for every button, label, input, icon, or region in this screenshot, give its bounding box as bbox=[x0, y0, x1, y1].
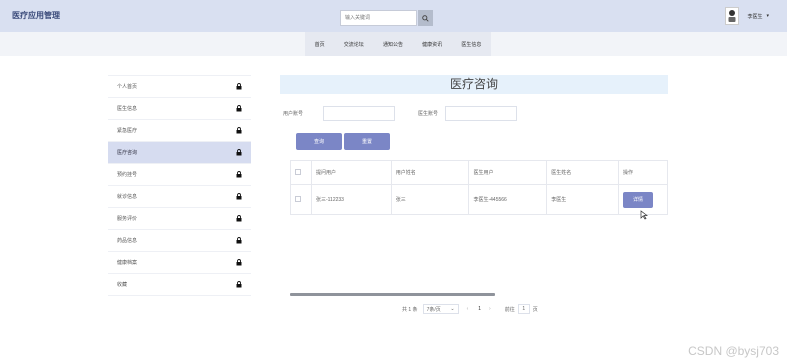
chevron-down-icon: ⌄ bbox=[450, 306, 455, 312]
detail-button[interactable]: 详情 bbox=[623, 191, 653, 208]
page-size-select[interactable]: 7条/页 ⌄ bbox=[422, 304, 459, 314]
table-header-row: 提问用户 用户姓名 医生用户 医生姓名 操作 bbox=[290, 160, 668, 185]
sidebar-item-label: 预约挂号 bbox=[117, 172, 138, 178]
nav-item-doctors[interactable]: 医生信息 bbox=[461, 41, 481, 48]
sidebar-item-emergency[interactable]: 紧急医疗 bbox=[108, 120, 251, 142]
lock-icon bbox=[236, 149, 242, 156]
sidebar-item-appointment[interactable]: 预约挂号 bbox=[108, 164, 251, 186]
lock-icon bbox=[236, 105, 242, 112]
consultation-table: 提问用户 用户姓名 医生用户 医生姓名 操作 张三-112233 张三 李医生-… bbox=[290, 160, 668, 215]
page-title: 医疗咨询 bbox=[280, 75, 668, 94]
doctor-user-cell: 李医生-445566 bbox=[468, 184, 548, 215]
page: 医疗应用管理 李医生 ▾ 首页 交流论坛 bbox=[0, 0, 787, 364]
goto-page-input[interactable]: 1 bbox=[517, 304, 530, 314]
action-buttons: 查询 重置 bbox=[280, 126, 668, 154]
doctor-account-label: 医生账号 bbox=[418, 111, 439, 117]
app-title: 医疗应用管理 bbox=[12, 11, 60, 20]
sidebar-item-visit-info[interactable]: 就诊信息 bbox=[108, 186, 251, 208]
select-all-checkbox[interactable] bbox=[295, 168, 301, 175]
sidebar-item-home[interactable]: 个人首页 bbox=[108, 76, 251, 98]
sidebar-item-label: 医生信息 bbox=[117, 106, 138, 112]
lock-icon bbox=[236, 127, 242, 134]
column-header: 医生用户 bbox=[468, 160, 548, 185]
user-account-input[interactable] bbox=[323, 106, 395, 121]
prev-page-button[interactable]: ‹ bbox=[467, 306, 469, 312]
doctor-avatar-icon bbox=[728, 10, 736, 22]
sidebar-item-label: 药品信息 bbox=[117, 238, 138, 244]
nav-item-forum[interactable]: 交流论坛 bbox=[344, 41, 364, 48]
lock-icon bbox=[236, 193, 242, 200]
user-account-label: 用户账号 bbox=[283, 111, 304, 117]
goto-page-value: 1 bbox=[522, 306, 526, 312]
column-header: 用户姓名 bbox=[390, 160, 470, 185]
mouse-cursor-icon bbox=[640, 210, 648, 220]
goto-label: 前往 bbox=[504, 306, 515, 313]
row-checkbox[interactable] bbox=[295, 195, 301, 202]
page-number-current[interactable]: 1 bbox=[478, 306, 481, 312]
search-button[interactable] bbox=[418, 10, 433, 26]
main-panel: 医疗咨询 用户账号 医生账号 查询 重置 提问用户 用户姓名 医生用户 医生姓名… bbox=[280, 75, 668, 314]
lock-icon bbox=[236, 215, 242, 222]
row-select-cell bbox=[290, 184, 312, 215]
lock-icon bbox=[236, 259, 242, 266]
sub-nav: 首页 交流论坛 通知公告 健康资讯 医生信息 bbox=[0, 32, 787, 56]
column-header: 提问用户 bbox=[310, 160, 392, 185]
horizontal-scrollbar[interactable] bbox=[290, 293, 495, 296]
top-nav: 首页 交流论坛 通知公告 健康资讯 医生信息 bbox=[305, 32, 491, 56]
sidebar-item-label: 健康档案 bbox=[117, 260, 138, 266]
sidebar-item-doctor-info[interactable]: 医生信息 bbox=[108, 98, 251, 120]
chevron-down-icon: ▾ bbox=[766, 13, 769, 19]
lock-icon bbox=[236, 83, 242, 90]
lock-icon bbox=[236, 171, 242, 178]
asker-cell: 张三-112233 bbox=[310, 184, 392, 215]
total-count: 共 1 条 bbox=[402, 306, 418, 313]
sidebar-item-label: 服务评价 bbox=[117, 216, 138, 222]
column-header: 医生姓名 bbox=[546, 160, 619, 185]
search-icon bbox=[422, 14, 429, 22]
sidebar: 个人首页 医生信息 紧急医疗 医疗咨询 预约挂号 就诊信息 服务评价 药品信息 bbox=[108, 75, 251, 296]
nav-item-notices[interactable]: 通知公告 bbox=[383, 41, 403, 48]
user-menu[interactable]: 李医生 ▾ bbox=[725, 7, 769, 25]
sidebar-item-label: 紧急医疗 bbox=[117, 128, 138, 134]
reset-button[interactable]: 重置 bbox=[344, 133, 390, 150]
filter-bar: 用户账号 医生账号 bbox=[280, 94, 668, 126]
sidebar-item-label: 就诊信息 bbox=[117, 194, 138, 200]
nav-item-health-news[interactable]: 健康资讯 bbox=[422, 41, 442, 48]
sidebar-item-label: 个人首页 bbox=[117, 84, 138, 90]
page-suffix: 页 bbox=[532, 306, 538, 313]
column-header: 操作 bbox=[618, 160, 668, 185]
avatar bbox=[725, 7, 740, 25]
sidebar-item-service-review[interactable]: 服务评价 bbox=[108, 208, 251, 230]
nav-item-home[interactable]: 首页 bbox=[315, 41, 325, 48]
select-all-cell bbox=[290, 160, 312, 185]
pagination: 共 1 条 7条/页 ⌄ ‹ 1 › 前往 1 页 bbox=[402, 303, 538, 315]
sidebar-item-favorites[interactable]: 收藏 bbox=[108, 274, 251, 296]
lock-icon bbox=[236, 237, 242, 244]
sidebar-item-consultation[interactable]: 医疗咨询 bbox=[108, 142, 251, 164]
doctor-account-input[interactable] bbox=[445, 106, 517, 121]
query-button[interactable]: 查询 bbox=[296, 133, 342, 150]
doctor-name-cell: 李医生 bbox=[546, 184, 619, 215]
lock-icon bbox=[236, 281, 242, 288]
page-size-value: 7条/页 bbox=[426, 306, 441, 313]
sidebar-item-label: 医疗咨询 bbox=[117, 150, 138, 156]
search-input[interactable] bbox=[340, 10, 417, 26]
sidebar-item-health-records[interactable]: 健康档案 bbox=[108, 252, 251, 274]
table-row: 张三-112233 张三 李医生-445566 李医生 详情 bbox=[290, 184, 668, 215]
sidebar-item-label: 收藏 bbox=[117, 282, 128, 288]
search-bar bbox=[340, 10, 433, 26]
top-bar: 医疗应用管理 李医生 ▾ bbox=[0, 0, 787, 32]
user-name: 李医生 bbox=[747, 13, 763, 20]
watermark: CSDN @bysj703 bbox=[688, 344, 779, 358]
next-page-button[interactable]: › bbox=[489, 306, 491, 312]
sidebar-item-drug-info[interactable]: 药品信息 bbox=[108, 230, 251, 252]
user-name-cell: 张三 bbox=[390, 184, 470, 215]
